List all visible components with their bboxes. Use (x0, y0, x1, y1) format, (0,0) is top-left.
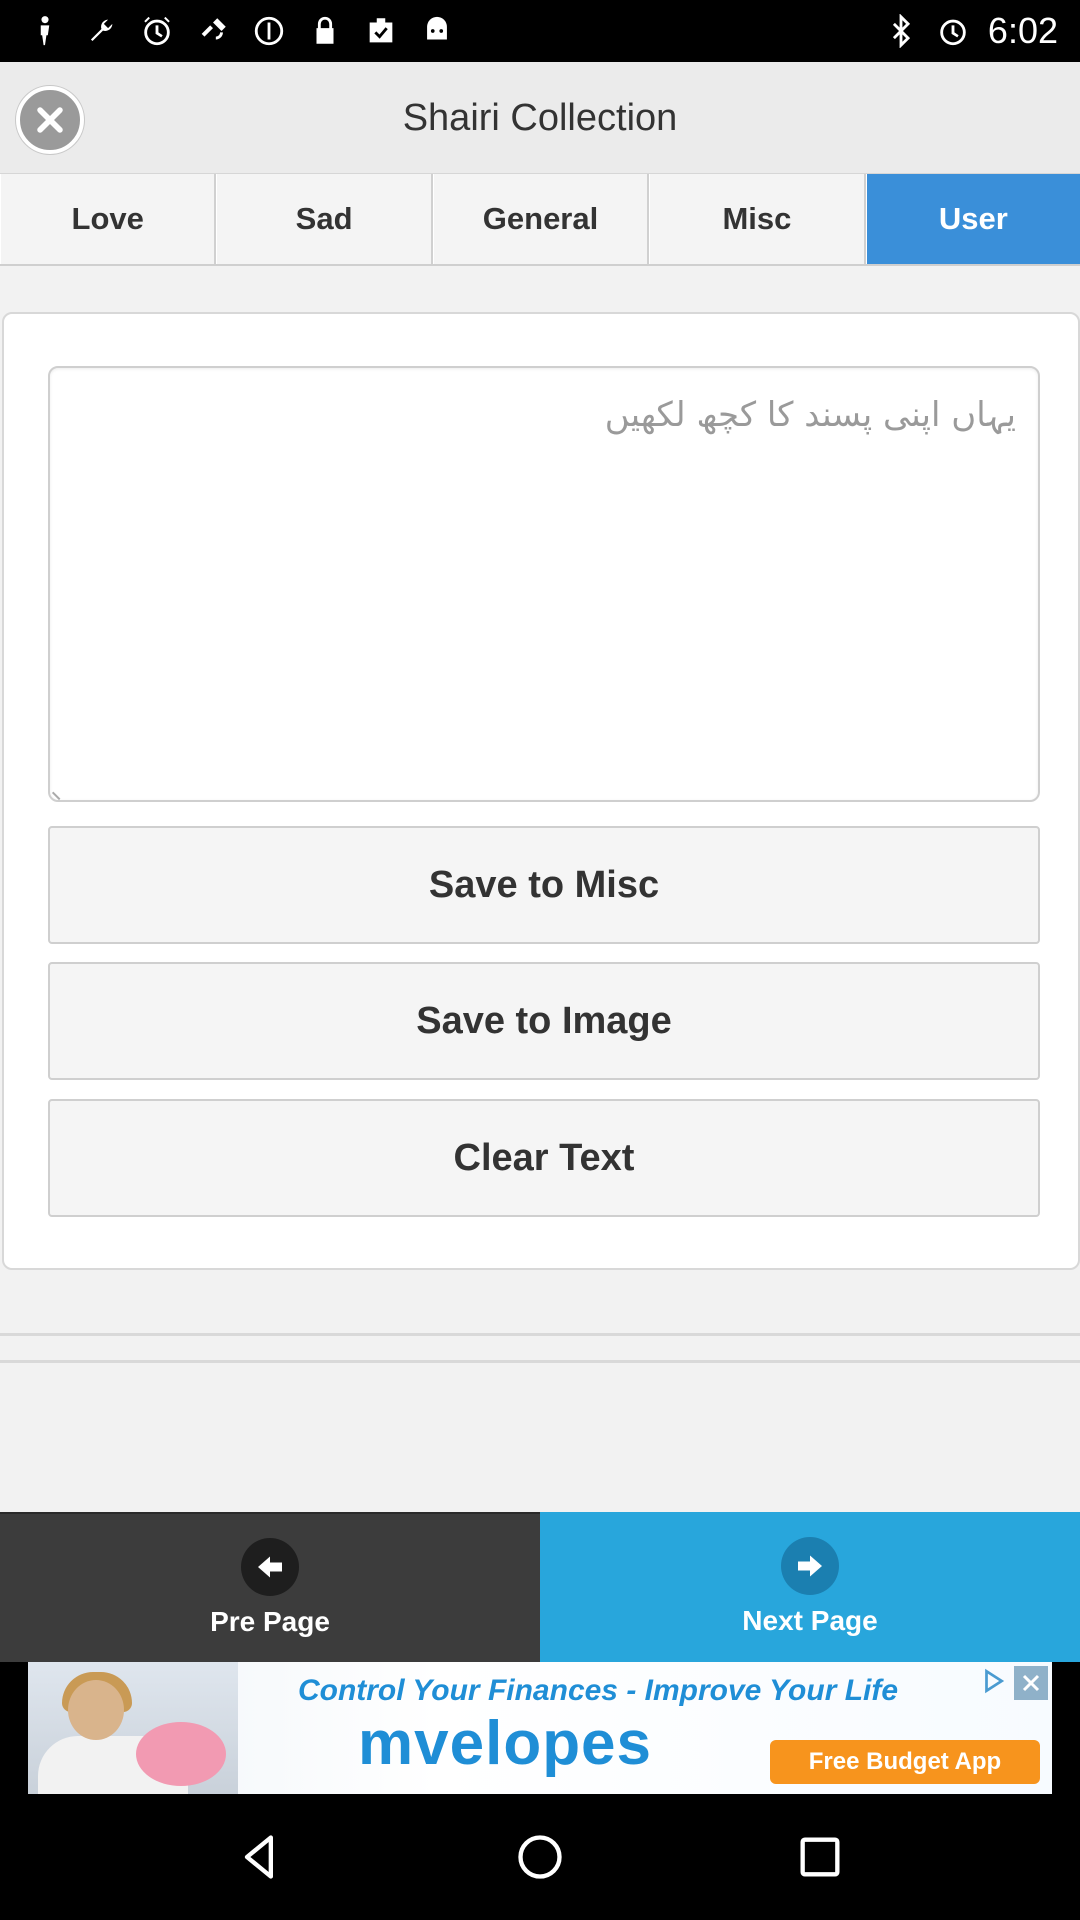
arrow-right-icon (781, 1537, 839, 1595)
editor-card: یہاں اپنی پسند کا کچھ لکھیں Save to Misc… (2, 312, 1080, 1270)
status-time: 6:02 (987, 10, 1058, 51)
home-button[interactable] (510, 1827, 570, 1887)
status-bar-notifications (28, 10, 454, 52)
back-button[interactable] (230, 1827, 290, 1887)
status-bar: 6:02 (0, 0, 1080, 62)
previous-page-label: Pre Page (210, 1606, 330, 1637)
figure-icon (28, 14, 62, 48)
ad-cta-button[interactable]: Free Budget App (770, 1740, 1040, 1784)
recents-button[interactable] (790, 1827, 850, 1887)
system-navigation-bar (0, 1794, 1080, 1920)
ad-close-icon[interactable] (1014, 1666, 1048, 1700)
tab-general[interactable]: General (432, 174, 650, 264)
divider (0, 1333, 1080, 1336)
save-to-image-button[interactable]: Save to Image (48, 962, 1040, 1080)
title-bar: Shairi Collection (0, 62, 1080, 174)
clipboard-check-icon (364, 14, 398, 48)
alarm-icon (140, 14, 174, 48)
back-triangle-icon (244, 1835, 273, 1879)
tab-misc[interactable]: Misc (649, 174, 866, 264)
tab-user[interactable]: User (865, 174, 1080, 264)
ad-area: Control Your Finances - Improve Your Lif… (0, 1662, 1080, 1794)
wrench-icon (84, 14, 118, 48)
alarm-icon (936, 14, 970, 48)
save-to-misc-button[interactable]: Save to Misc (48, 826, 1040, 944)
clear-text-button[interactable]: Clear Text (48, 1099, 1040, 1217)
resize-grip-icon[interactable] (51, 785, 67, 801)
ad-banner[interactable]: Control Your Finances - Improve Your Lif… (28, 1662, 1052, 1794)
previous-page-button[interactable]: Pre Page (0, 1512, 540, 1662)
page-navigation: Pre Page Next Page (0, 1512, 1080, 1662)
lock-icon (308, 14, 342, 48)
status-bar-system: 6:02 (884, 10, 1058, 52)
close-button[interactable] (16, 86, 84, 154)
close-icon (37, 107, 63, 133)
tab-love[interactable]: Love (0, 174, 217, 264)
recents-square-icon (800, 1837, 840, 1877)
circle-icon (252, 14, 286, 48)
category-tabs: Love Sad General Misc User (0, 174, 1080, 266)
next-page-button[interactable]: Next Page (540, 1512, 1080, 1662)
ad-choices-icon[interactable] (978, 1666, 1008, 1696)
satellite-icon (196, 14, 230, 48)
page-title: Shairi Collection (402, 96, 678, 139)
shayari-text-input[interactable]: یہاں اپنی پسند کا کچھ لکھیں (48, 366, 1040, 802)
divider (0, 1360, 1080, 1363)
bluetooth-icon (884, 14, 918, 48)
ad-brand: mvelopes (358, 1709, 653, 1778)
home-circle-icon (518, 1835, 562, 1879)
ad-headline: Control Your Finances - Improve Your Lif… (297, 1674, 899, 1707)
android-icon (420, 14, 454, 48)
arrow-left-icon (241, 1538, 299, 1596)
tab-sad[interactable]: Sad (216, 174, 433, 264)
next-page-label: Next Page (742, 1605, 878, 1636)
